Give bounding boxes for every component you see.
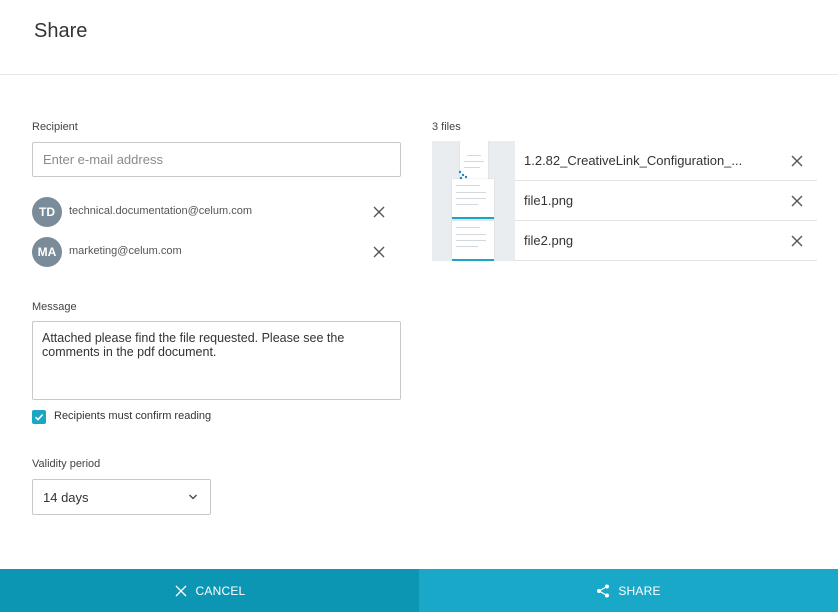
confirm-reading-label: Recipients must confirm reading xyxy=(54,410,212,422)
remove-file-button[interactable] xyxy=(789,153,805,169)
thumbnail-page xyxy=(452,221,494,261)
remove-file-button[interactable] xyxy=(789,233,805,249)
thumbnail-page xyxy=(452,179,494,219)
dialog-header: Share xyxy=(0,0,838,75)
check-icon xyxy=(34,414,44,421)
cancel-button-label: CANCEL xyxy=(195,583,246,598)
file-row: file1.png xyxy=(515,181,817,221)
files-count: 3 files xyxy=(432,121,461,133)
file-thumbnail xyxy=(432,141,515,261)
file-name: file1.png xyxy=(524,193,574,208)
close-icon xyxy=(791,195,803,207)
dialog-title: Share xyxy=(34,20,88,42)
close-icon xyxy=(373,246,385,258)
remove-recipient-button[interactable] xyxy=(371,204,387,220)
recipient-item: MA marketing@celum.com xyxy=(32,237,402,269)
cancel-button[interactable]: CANCEL xyxy=(0,569,419,612)
close-icon xyxy=(791,235,803,247)
close-icon xyxy=(174,584,188,598)
remove-recipient-button[interactable] xyxy=(371,244,387,260)
file-name: 1.2.82_CreativeLink_Configuration_... xyxy=(524,153,743,168)
avatar: MA xyxy=(32,237,62,267)
share-button[interactable]: SHARE xyxy=(419,569,838,612)
remove-file-button[interactable] xyxy=(789,193,805,209)
message-label: Message xyxy=(32,301,77,313)
file-row: file2.png xyxy=(515,221,817,261)
recipient-email: technical.documentation@celum.com xyxy=(69,205,252,217)
recipient-email-input[interactable] xyxy=(32,142,401,177)
file-row: 1.2.82_CreativeLink_Configuration_... xyxy=(515,141,817,181)
close-icon xyxy=(791,155,803,167)
close-icon xyxy=(373,206,385,218)
validity-period-select[interactable]: 14 days xyxy=(32,479,211,515)
file-name: file2.png xyxy=(524,233,574,248)
dots-graphic-icon xyxy=(458,170,468,180)
confirm-reading-checkbox[interactable] xyxy=(32,410,46,424)
recipient-label: Recipient xyxy=(32,121,78,133)
share-icon xyxy=(596,584,610,598)
recipient-email: marketing@celum.com xyxy=(69,245,182,257)
avatar: TD xyxy=(32,197,62,227)
validity-period-value: 14 days xyxy=(43,490,89,505)
recipient-item: TD technical.documentation@celum.com xyxy=(32,197,402,229)
chevron-down-icon xyxy=(188,492,198,502)
validity-label: Validity period xyxy=(32,458,101,470)
share-button-label: SHARE xyxy=(618,583,661,598)
message-textarea[interactable]: Attached please find the file requested.… xyxy=(32,321,401,400)
